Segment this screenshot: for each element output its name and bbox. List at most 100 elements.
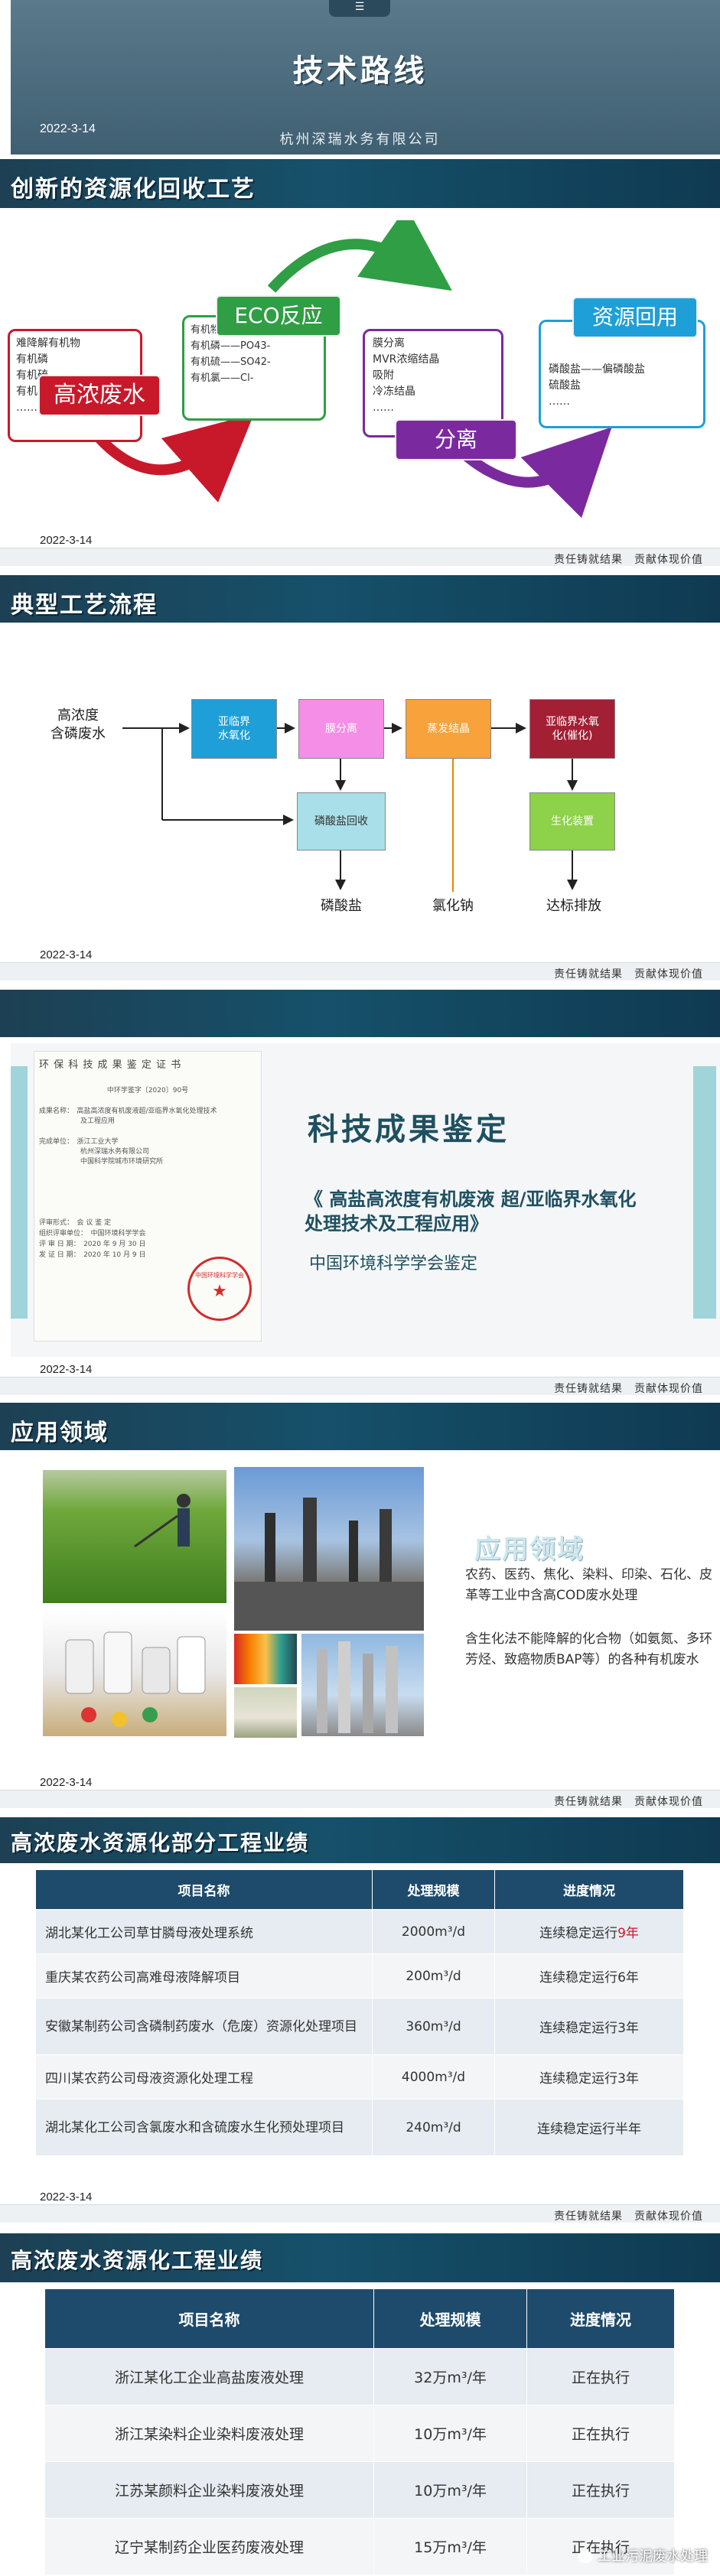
heading-band — [0, 990, 720, 1037]
table-header: 进度情况 — [494, 1869, 684, 1910]
eco-item: 有机磷——PO43- — [191, 340, 271, 352]
slide-date: 2022-3-14 — [40, 534, 93, 547]
slide-heading: 高浓废水资源化工程业绩 — [11, 2248, 264, 2273]
applications-text-1: 农药、医药、焦化、染料、印染、石化、皮革等工业中含高COD废水处理 — [465, 1567, 712, 1603]
table-header: 处理规模 — [372, 1869, 495, 1910]
cert-row: 完成单位： 浙江工业大学 — [39, 1138, 119, 1146]
menu-tab[interactable]: ☰ — [329, 0, 390, 17]
table-cell-status: 正在执行 — [526, 2348, 675, 2405]
applications-subheading: 应用领域 — [474, 1534, 585, 1565]
wastewater-label: 高浓废水 — [38, 375, 161, 416]
towers-icon — [317, 1641, 398, 1733]
table-cell-name: 湖北某化工公司草甘膦母液处理系统 — [35, 1909, 373, 1954]
slide-footer: 责任铸就结果 贡献体现价值 — [0, 548, 720, 566]
table-header: 进度情况 — [526, 2288, 675, 2349]
slide-projects: 高浓废水资源化工程业绩 项目名称 处理规模 进度情况 浙江某化工企业高盐废液处理… — [0, 2224, 720, 2576]
table-cell-scale: 10万m³/年 — [373, 2461, 527, 2519]
red-seal: 中国环境科学学会 ★ — [187, 1257, 252, 1321]
photo-chemical-towers — [301, 1634, 424, 1736]
reuse-item: …… — [549, 395, 570, 408]
table-row: 浙江某化工企业高盐废液处理 32万m³/年 正在执行 — [44, 2348, 675, 2405]
table-header: 项目名称 — [44, 2288, 374, 2349]
flow-node-membrane: 膜分离 — [298, 699, 384, 759]
accent-bar-right — [693, 1066, 716, 1319]
table-cell-status: 连续稳定运行9年 — [494, 1909, 684, 1954]
slide-recycle-process: 创新的资源化回收工艺 难降解有机物 有机磷 有机硫 有机氯 …… 高浓废水 有机… — [0, 159, 720, 566]
slide-date: 2022-3-14 — [40, 1776, 93, 1789]
slide-date: 2022-3-14 — [40, 948, 93, 961]
table-cell-name: 辽宁某制药企业医药废液处理 — [44, 2518, 374, 2575]
projects-table: 项目名称 处理规模 进度情况 湖北某化工公司草甘膦母液处理系统 2000m³/d… — [35, 1869, 684, 2156]
table-row: 湖北某化工公司含氯废水和含硫废水生化预处理项目 240m³/d 连续稳定运行半年 — [35, 2099, 684, 2156]
accent-bar-left — [11, 1066, 28, 1319]
table-header: 处理规模 — [373, 2288, 527, 2349]
photo-farm-field — [43, 1470, 226, 1603]
table-cell-scale: 240m³/d — [372, 2099, 495, 2156]
photo-pesticide-bottles — [43, 1609, 226, 1736]
table-cell-status: 连续稳定运行3年 — [494, 1998, 684, 2055]
footer-slogan: 责任铸就结果 贡献体现价值 — [554, 2210, 703, 2223]
table-row: 四川某农药公司母液资源化处理工程 4000m³/d 连续稳定运行3年 — [35, 2054, 684, 2100]
separation-item: 吸附 — [373, 369, 394, 382]
table-cell-scale: 360m³/d — [372, 1998, 495, 2055]
table-cell-scale: 4000m³/d — [372, 2054, 495, 2100]
wechat-icon — [578, 2551, 593, 2563]
bottles-icon — [65, 1631, 206, 1727]
table-row: 浙江某染料企业染料废液处理 10万m³/年 正在执行 — [44, 2405, 675, 2462]
slide-heading: 高浓废水资源化部分工程业绩 — [11, 1830, 310, 1856]
table-cell-name: 重庆某农药公司高难母液降解项目 — [35, 1953, 373, 1999]
status-text: 连续稳定运行 — [539, 1926, 618, 1941]
table-cell-status: 正在执行 — [526, 2461, 675, 2519]
farmer-icon — [134, 1494, 191, 1548]
slide-projects-partial: 高浓废水资源化部分工程业绩 项目名称 处理规模 进度情况 湖北某化工公司草甘膦母… — [0, 1811, 720, 2224]
table-cell-name: 四川某农药公司母液资源化处理工程 — [35, 2054, 373, 2100]
flow-node-bio: 生化装置 — [529, 792, 615, 851]
eco-item: 有机硫——SO42- — [191, 356, 271, 368]
table-row: 江苏某颜料企业染料废液处理 10万m³/年 正在执行 — [44, 2461, 675, 2519]
slide-footer: 责任铸就结果 贡献体现价值 — [0, 962, 720, 981]
footer-slogan: 责任铸就结果 贡献体现价值 — [554, 554, 703, 566]
flow-node-phosphate: 磷酸盐回收 — [297, 792, 386, 851]
slide-date: 2022-3-14 — [40, 1363, 93, 1376]
table-cell-status: 连续稳定运行6年 — [494, 1953, 684, 1999]
company-name: 杭州深瑞水务有限公司 — [279, 132, 441, 148]
slide-footer: 责任铸就结果 贡献体现价值 — [0, 1377, 720, 1395]
cert-body: 成果名称： 高盐高浓度有机废液超/亚临界水氧化处理技术 及工程应用 完成单位： … — [39, 1107, 256, 1167]
eco-label: ECO反应 — [216, 295, 341, 337]
table-cell-scale: 10万m³/年 — [373, 2405, 527, 2462]
slide-process-flow: 典型工艺流程 高浓度 含磷废水 亚临界 水氧化 膜分离 蒸发结晶 亚临界水氧 化… — [0, 568, 720, 981]
separation-item: 膜分离 — [373, 337, 405, 350]
watermark-text: 工业污泥废水处理 — [598, 2548, 708, 2565]
table-row: 湖北某化工公司草甘膦母液处理系统 2000m³/d 连续稳定运行9年 — [35, 1909, 684, 1954]
slide-footer: 责任铸就结果 贡献体现价值 — [0, 2204, 720, 2223]
projects-table: 项目名称 处理规模 进度情况 浙江某化工企业高盐废液处理 32万m³/年 正在执… — [44, 2288, 675, 2575]
cert-footer-row: 评 审 日 期： 2020 年 9 月 30 日 — [39, 1241, 146, 1248]
cert-footer: 评审形式： 会 议 鉴 定 组织评审单位： 中国环境科学学会 评 审 日 期： … — [39, 1218, 256, 1260]
arrow-green — [267, 220, 452, 293]
reuse-item: 硫酸盐 — [549, 379, 581, 392]
table-cell-scale: 32万m³/年 — [373, 2348, 527, 2405]
table-cell-scale: 2000m³/d — [372, 1909, 495, 1954]
table-header: 项目名称 — [35, 1869, 373, 1910]
reuse-item: 磷酸盐——偏磷酸盐 — [549, 363, 645, 376]
seal-star-icon: ★ — [212, 1282, 227, 1301]
slide-applications: 应用领域 应用领域 农药、医药、焦化、染料、印染、石化、皮革等工业中含高COD废… — [0, 1397, 720, 1810]
wastewater-item: 难降解有机物 — [16, 337, 80, 350]
flow-output-nacl: 氯化钠 — [432, 898, 474, 914]
photo-refinery — [234, 1467, 424, 1631]
slide-title: ☰ 技术路线 2022-3-14 杭州深瑞水务有限公司 — [0, 0, 720, 159]
table-cell-name: 浙江某染料企业染料废液处理 — [44, 2405, 374, 2462]
separation-item: …… — [373, 402, 394, 414]
flow-node-scwo: 亚临界 水氧化 — [191, 699, 277, 759]
flow-output-discharge: 达标排放 — [546, 898, 601, 914]
table-cell-name: 湖北某化工公司含氯废水和含硫废水生化预处理项目 — [35, 2099, 373, 2156]
slide-heading: 创新的资源化回收工艺 — [11, 176, 256, 203]
cert-title: 科技成果鉴定 — [308, 1112, 510, 1147]
cert-header: 环 保 科 技 成 果 鉴 定 证 书 — [39, 1059, 182, 1071]
slide-main-title: 技术路线 — [292, 54, 428, 89]
flow-node-evaporation: 蒸发结晶 — [406, 699, 491, 759]
cert-footer-row: 评审形式： 会 议 鉴 定 — [39, 1219, 112, 1227]
table-cell-status: 连续稳定运行3年 — [494, 2054, 684, 2100]
separation-item: MVR浓缩结晶 — [373, 353, 440, 366]
table-cell-status: 连续稳定运行半年 — [494, 2099, 684, 2156]
